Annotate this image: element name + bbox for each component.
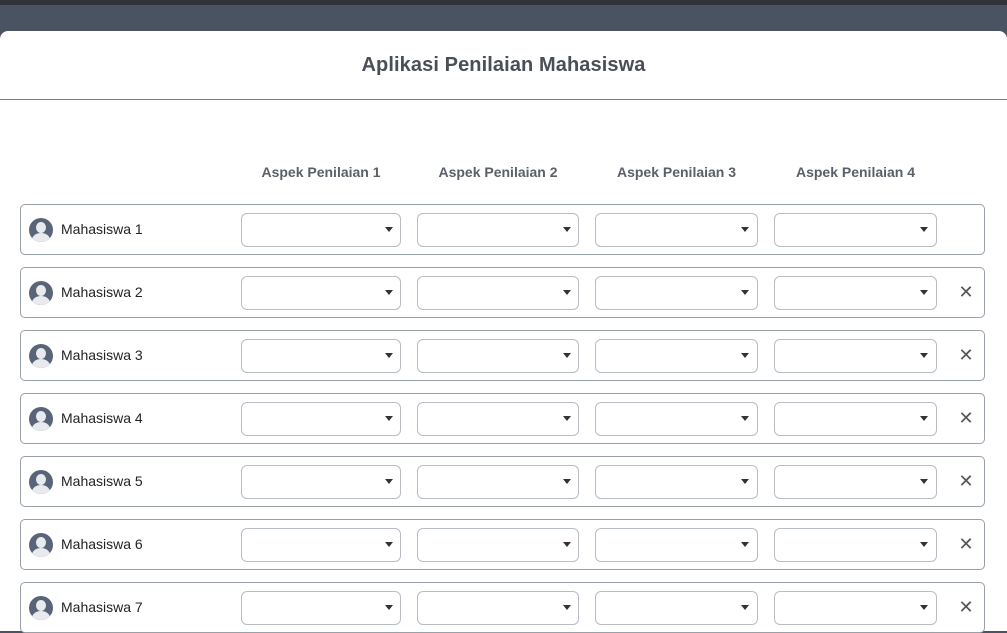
caret-down-icon <box>385 353 393 358</box>
caret-down-icon <box>741 542 749 547</box>
student-name: Mahasiswa 3 <box>61 347 143 363</box>
student-name: Mahasiswa 5 <box>61 473 143 489</box>
user-avatar-icon <box>29 407 53 431</box>
score-select-aspect-2[interactable] <box>417 213 579 247</box>
score-select-aspect-1[interactable] <box>241 213 401 247</box>
close-icon[interactable]: ✕ <box>958 534 974 554</box>
caret-down-icon <box>920 605 928 610</box>
user-avatar-icon <box>29 533 53 557</box>
score-select-aspect-2[interactable] <box>417 276 579 310</box>
student-name: Mahasiswa 6 <box>61 536 143 552</box>
score-select-aspect-3[interactable] <box>595 213 758 247</box>
app-card: Aplikasi Penilaian Mahasiswa Aspek Penil… <box>0 31 1007 633</box>
score-select-aspect-4[interactable] <box>774 213 937 247</box>
score-select-aspect-3[interactable] <box>595 276 758 310</box>
caret-down-icon <box>920 479 928 484</box>
score-select-aspect-4[interactable] <box>774 339 937 373</box>
caret-down-icon <box>385 416 393 421</box>
student-row: Mahasiswa 5 ✕ <box>20 456 985 507</box>
score-select-aspect-4[interactable] <box>774 465 937 499</box>
student-row: Mahasiswa 2 ✕ <box>20 267 985 318</box>
score-select-aspect-2[interactable] <box>417 591 579 625</box>
caret-down-icon <box>920 416 928 421</box>
score-select-aspect-1[interactable] <box>241 465 401 499</box>
caret-down-icon <box>741 479 749 484</box>
score-select-aspect-2[interactable] <box>417 528 579 562</box>
close-icon[interactable]: ✕ <box>958 597 974 617</box>
caret-down-icon <box>385 542 393 547</box>
caret-down-icon <box>385 479 393 484</box>
caret-down-icon <box>385 227 393 232</box>
app-header: Aplikasi Penilaian Mahasiswa <box>0 31 1007 100</box>
column-header-3: Aspek Penilaian 3 <box>616 164 737 180</box>
user-avatar-icon <box>29 470 53 494</box>
caret-down-icon <box>741 290 749 295</box>
score-select-aspect-3[interactable] <box>595 465 758 499</box>
caret-down-icon <box>563 542 571 547</box>
caret-down-icon <box>741 227 749 232</box>
caret-down-icon <box>920 542 928 547</box>
column-header-1: Aspek Penilaian 1 <box>261 164 381 180</box>
student-name: Mahasiswa 2 <box>61 284 143 300</box>
score-select-aspect-4[interactable] <box>774 402 937 436</box>
score-select-aspect-1[interactable] <box>241 402 401 436</box>
student-row: Mahasiswa 6 ✕ <box>20 519 985 570</box>
caret-down-icon <box>385 605 393 610</box>
user-avatar-icon <box>29 281 53 305</box>
score-select-aspect-1[interactable] <box>241 339 401 373</box>
caret-down-icon <box>385 290 393 295</box>
caret-down-icon <box>741 605 749 610</box>
close-icon[interactable]: ✕ <box>958 282 974 302</box>
close-icon[interactable]: ✕ <box>958 471 974 491</box>
score-select-aspect-2[interactable] <box>417 402 579 436</box>
column-header-4: Aspek Penilaian 4 <box>795 164 916 180</box>
score-select-aspect-3[interactable] <box>595 591 758 625</box>
score-select-aspect-2[interactable] <box>417 465 579 499</box>
caret-down-icon <box>563 353 571 358</box>
score-select-aspect-3[interactable] <box>595 339 758 373</box>
column-header-2: Aspek Penilaian 2 <box>438 164 558 180</box>
student-row: Mahasiswa 7 ✕ <box>20 582 985 633</box>
student-name: Mahasiswa 7 <box>61 599 143 615</box>
close-icon[interactable]: ✕ <box>958 345 974 365</box>
score-select-aspect-1[interactable] <box>241 591 401 625</box>
student-name: Mahasiswa 1 <box>61 221 143 237</box>
caret-down-icon <box>563 479 571 484</box>
user-avatar-icon <box>29 596 53 620</box>
caret-down-icon <box>741 416 749 421</box>
student-row: Mahasiswa 3 ✕ <box>20 330 985 381</box>
close-icon[interactable]: ✕ <box>958 408 974 428</box>
caret-down-icon <box>563 416 571 421</box>
user-avatar-icon <box>29 218 53 242</box>
score-select-aspect-3[interactable] <box>595 402 758 436</box>
caret-down-icon <box>563 227 571 232</box>
window-top-strip <box>0 0 1007 5</box>
score-select-aspect-4[interactable] <box>774 591 937 625</box>
caret-down-icon <box>920 290 928 295</box>
caret-down-icon <box>563 290 571 295</box>
student-row: Mahasiswa 4 ✕ <box>20 393 985 444</box>
caret-down-icon <box>920 227 928 232</box>
score-select-aspect-4[interactable] <box>774 528 937 562</box>
caret-down-icon <box>741 353 749 358</box>
caret-down-icon <box>920 353 928 358</box>
score-select-aspect-4[interactable] <box>774 276 937 310</box>
caret-down-icon <box>563 605 571 610</box>
score-select-aspect-3[interactable] <box>595 528 758 562</box>
user-avatar-icon <box>29 344 53 368</box>
student-row: Mahasiswa 1 <box>20 204 985 255</box>
app-title: Aplikasi Penilaian Mahasiswa <box>361 53 646 76</box>
score-select-aspect-2[interactable] <box>417 339 579 373</box>
student-name: Mahasiswa 4 <box>61 410 143 426</box>
score-select-aspect-1[interactable] <box>241 276 401 310</box>
column-headers: Aspek Penilaian 1 Aspek Penilaian 2 Aspe… <box>0 164 1007 184</box>
score-select-aspect-1[interactable] <box>241 528 401 562</box>
